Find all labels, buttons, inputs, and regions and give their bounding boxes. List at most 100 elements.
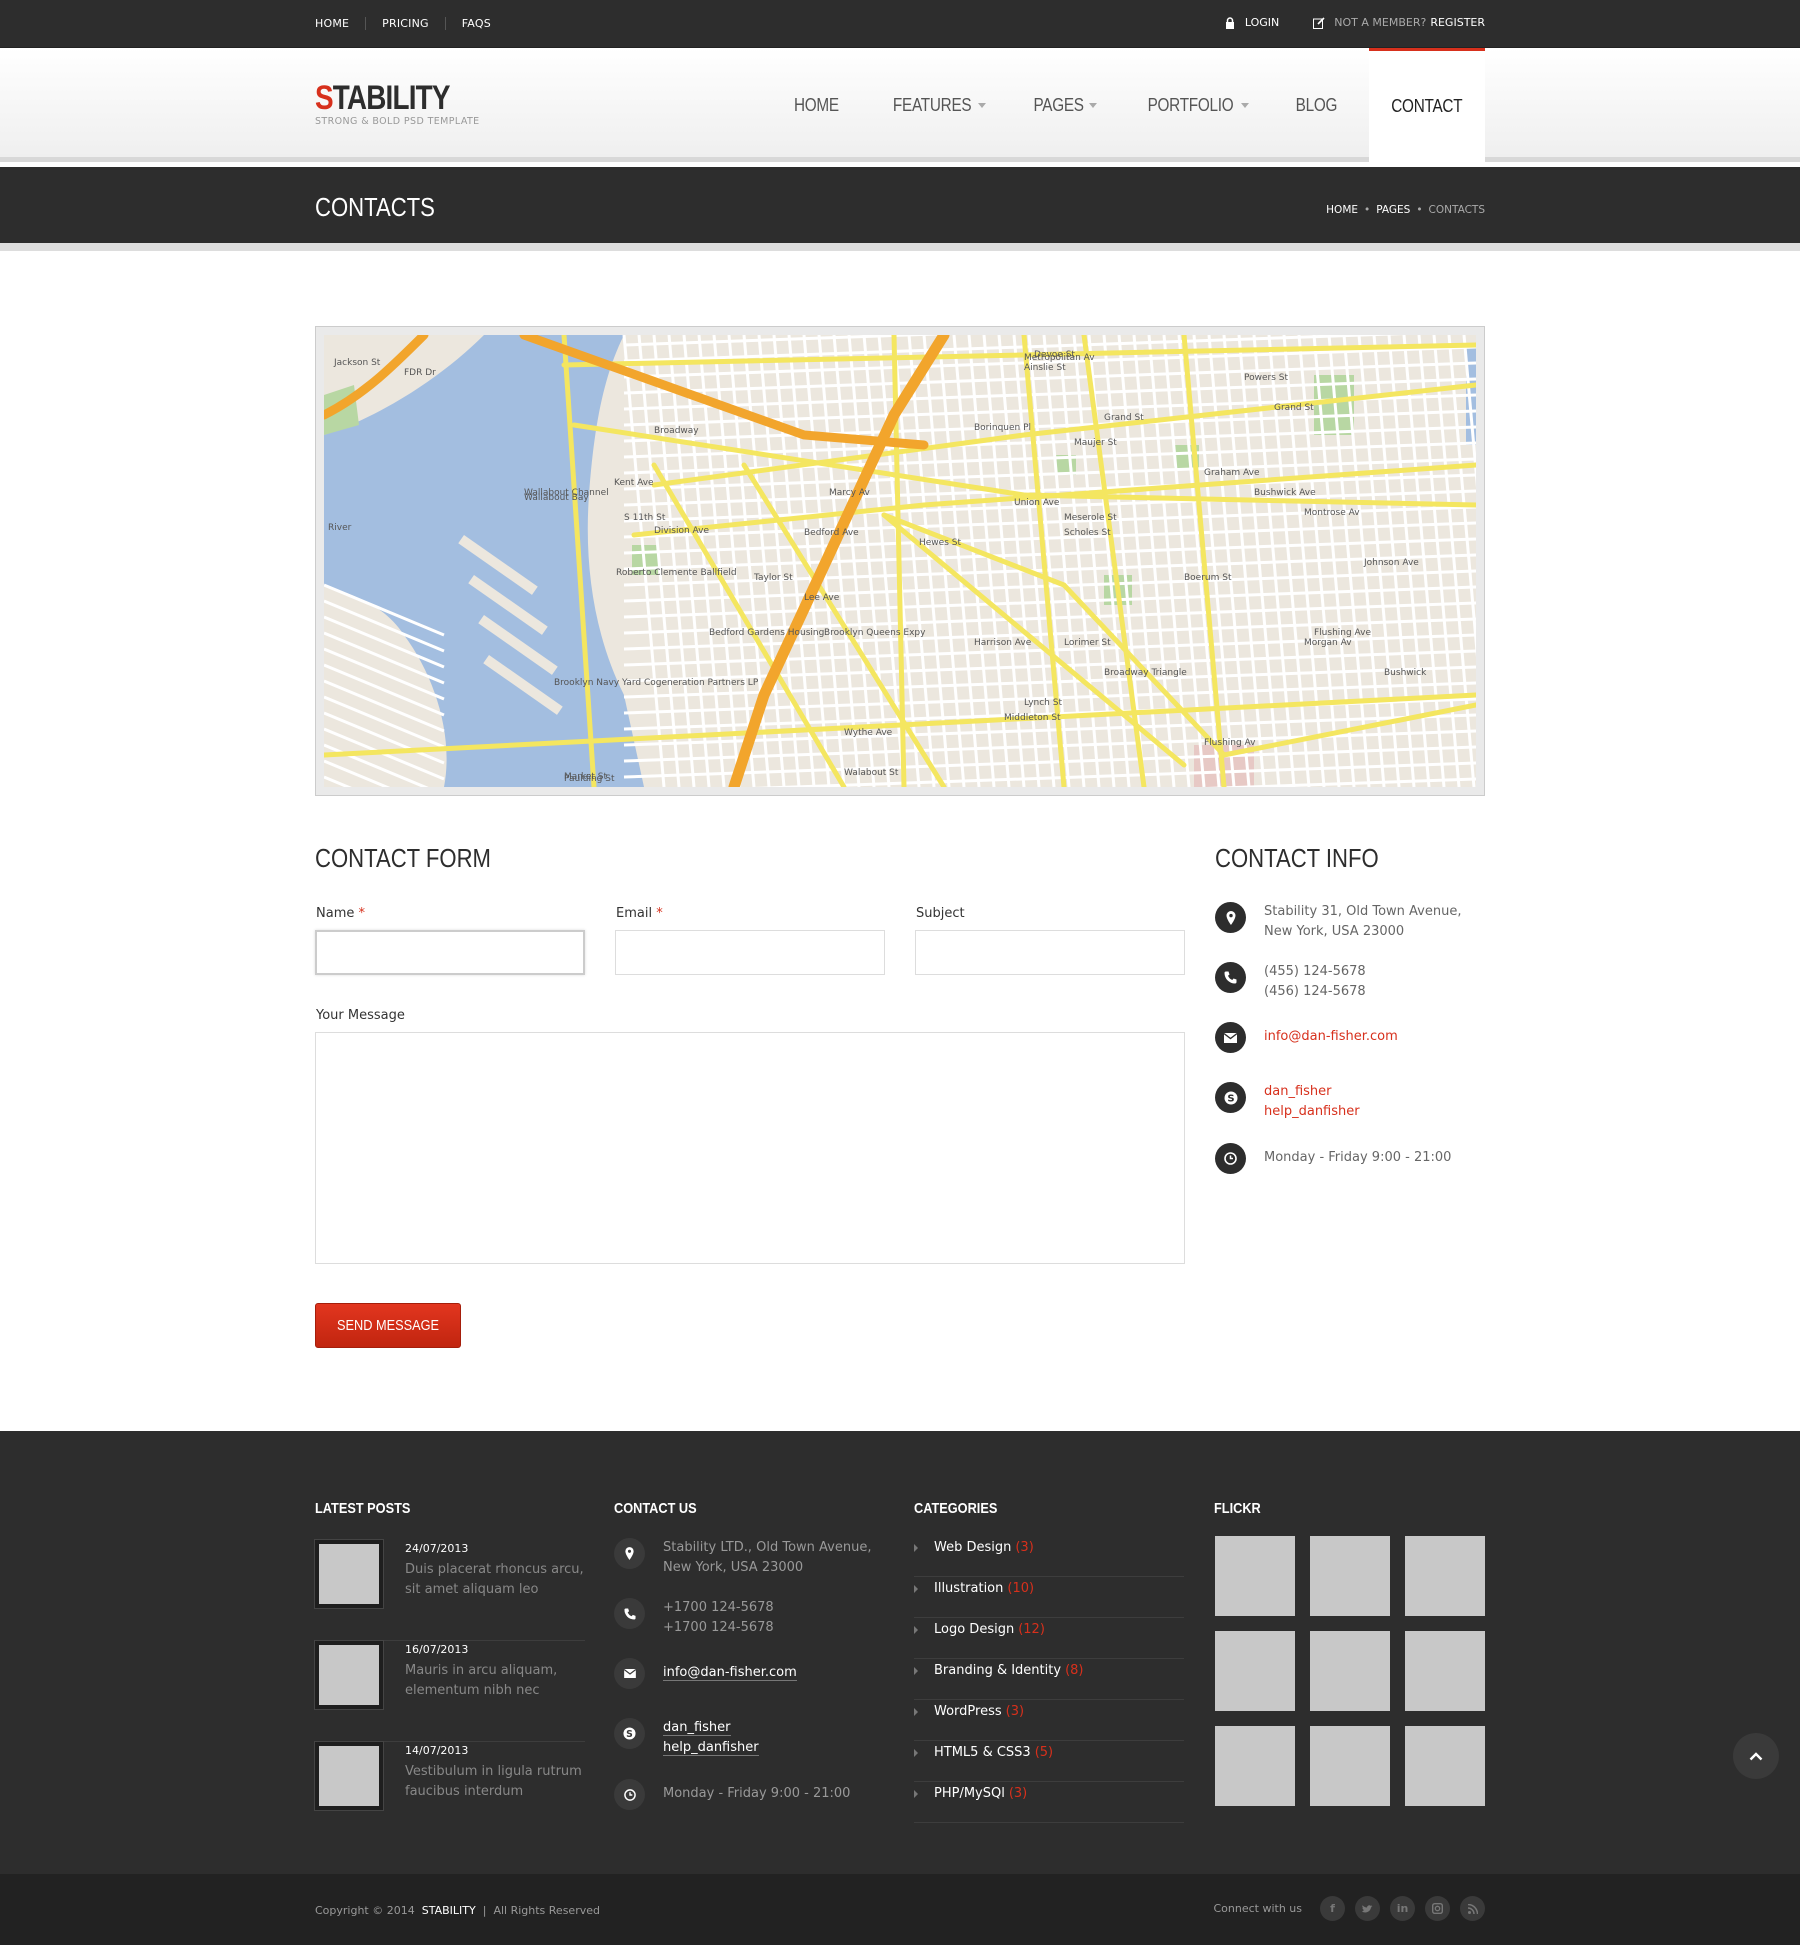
logo[interactable]: STABILITY STRONG & BOLD PSD TEMPLATE: [315, 81, 480, 127]
nav-portfolio-label: PORTFOLIO: [1147, 94, 1234, 115]
name-input[interactable]: [315, 930, 585, 975]
contact-hours: Monday - Friday 9:00 - 21:00: [1215, 1143, 1451, 1174]
message-textarea[interactable]: [315, 1032, 1185, 1264]
map-label: Grand St: [1274, 403, 1314, 413]
breadcrumb-separator: •: [1416, 204, 1423, 216]
login-link[interactable]: LOGIN: [1224, 16, 1279, 29]
map-label: Powers St: [1244, 373, 1288, 383]
category-count: (12): [1018, 1622, 1045, 1637]
skype-2[interactable]: help_danfisher: [1264, 1102, 1360, 1122]
flickr-thumbnail[interactable]: [1310, 1536, 1390, 1616]
category-item[interactable]: WordPress (3): [914, 1700, 1184, 1741]
caret-down-icon: [978, 102, 987, 108]
top-link-home[interactable]: HOME: [315, 17, 365, 30]
flickr-thumbnail[interactable]: [1405, 1631, 1485, 1711]
map-label: Bedford Ave: [804, 528, 859, 538]
nav-pages-label: PAGES: [1033, 94, 1085, 115]
post-date: 16/07/2013: [405, 1643, 469, 1656]
copyright-text: Copyright © 2014: [315, 1904, 415, 1917]
contact-us-title: CONTACT US: [614, 1500, 697, 1517]
post-excerpt[interactable]: Vestibulum in ligula rutrum faucibus inte…: [405, 1762, 582, 1802]
location-map[interactable]: Broadway Kent Ave Division Ave Bedford Ave L…: [315, 326, 1485, 796]
top-link-pricing[interactable]: PRICING: [365, 17, 445, 30]
map-label: Scholes St: [1064, 528, 1111, 538]
flickr-thumbnail[interactable]: [1405, 1536, 1485, 1616]
nav-blog[interactable]: BLOG: [1278, 48, 1355, 162]
map-label: Borinquen Pl: [974, 423, 1031, 433]
nav-home-label: HOME: [794, 94, 840, 115]
category-item[interactable]: Logo Design (12): [914, 1618, 1184, 1659]
breadcrumb-current: CONTACTS: [1428, 204, 1485, 216]
map-street: [1206, 777, 1476, 787]
map-label: Devoe St: [1034, 350, 1075, 360]
category-item[interactable]: HTML5 & CSS3 (5): [914, 1741, 1184, 1782]
required-mark: *: [656, 906, 663, 921]
instagram-icon[interactable]: ig: [1425, 1896, 1450, 1921]
post-excerpt[interactable]: Duis placerat rhoncus arcu, sit amet aliq…: [405, 1560, 584, 1600]
flickr-thumbnail[interactable]: [1215, 1726, 1295, 1806]
footer-email-link[interactable]: info@dan-fisher.com: [663, 1665, 797, 1681]
map-label: Broadway: [654, 426, 699, 436]
map-label: S 11th St: [624, 513, 666, 523]
subject-input[interactable]: [915, 930, 1185, 975]
category-label: WordPress: [934, 1704, 1002, 1719]
footer-address: Stability LTD., Old Town Avenue, New York…: [614, 1538, 871, 1578]
category-item[interactable]: Branding & Identity (8): [914, 1659, 1184, 1700]
flickr-thumbnail[interactable]: [1310, 1631, 1390, 1711]
breadcrumb-home[interactable]: HOME: [1326, 204, 1358, 216]
post-excerpt-line: elementum nibh nec: [405, 1683, 540, 1698]
flickr-thumbnail[interactable]: [1310, 1726, 1390, 1806]
facebook-icon[interactable]: f: [1320, 1896, 1345, 1921]
footer-phone-1: +1700 124-5678: [663, 1600, 774, 1615]
flickr-thumbnail[interactable]: [1215, 1631, 1295, 1711]
map-canvas[interactable]: Broadway Kent Ave Division Ave Bedford Ave L…: [324, 335, 1476, 787]
copyright-brand[interactable]: STABILITY: [422, 1904, 476, 1917]
nav-home[interactable]: HOME: [776, 48, 857, 162]
post-thumbnail[interactable]: [315, 1641, 383, 1709]
email-link[interactable]: info@dan-fisher.com: [1264, 1029, 1398, 1044]
map-label: River: [328, 523, 352, 533]
map-label: Taylor St: [753, 573, 793, 583]
flickr-thumbnail[interactable]: [1215, 1536, 1295, 1616]
top-link-faqs[interactable]: FAQS: [444, 17, 507, 30]
footer-skype-2[interactable]: help_danfisher: [663, 1740, 759, 1756]
lock-icon: [1225, 16, 1234, 29]
send-message-button[interactable]: SEND MESSAGE: [315, 1303, 461, 1348]
post-thumbnail[interactable]: [315, 1742, 383, 1810]
footer-skype-1[interactable]: dan_fisher: [663, 1720, 731, 1736]
footer-address-line1: Stability LTD., Old Town Avenue,: [663, 1540, 872, 1555]
category-label: Logo Design: [934, 1622, 1015, 1637]
post-item[interactable]: 16/07/2013 Mauris in arcu aliquam, elemen…: [315, 1641, 585, 1742]
nav-contact[interactable]: CONTACT: [1369, 48, 1485, 162]
nav-pages[interactable]: PAGES: [1015, 48, 1110, 162]
post-excerpt[interactable]: Mauris in arcu aliquam, elementum nibh ne…: [405, 1661, 557, 1701]
top-bar: HOME PRICING FAQS LOGIN NOT A MEMBER? RE…: [0, 0, 1800, 48]
copyright-rights: All Rights Reserved: [493, 1904, 600, 1917]
nav-features[interactable]: FEATURES: [872, 48, 1000, 162]
site-header: STABILITY STRONG & BOLD PSD TEMPLATE HOM…: [0, 48, 1800, 162]
social-links: Connect with us f t in ig rss: [1213, 1896, 1485, 1921]
category-item[interactable]: PHP/MySQl (3): [914, 1782, 1184, 1823]
register-link[interactable]: NOT A MEMBER? REGISTER: [1313, 16, 1485, 29]
nav-portfolio[interactable]: PORTFOLIO: [1126, 48, 1263, 162]
login-label: LOGIN: [1244, 16, 1280, 29]
footer: [0, 1431, 1800, 1874]
breadcrumb-pages[interactable]: PAGES: [1376, 204, 1410, 216]
flickr-thumbnail[interactable]: [1405, 1726, 1485, 1806]
category-item[interactable]: Illustration (10): [914, 1577, 1184, 1618]
post-thumbnail[interactable]: [315, 1540, 383, 1608]
back-to-top-button[interactable]: [1733, 1733, 1779, 1779]
post-item[interactable]: 14/07/2013 Vestibulum in ligula rutrum fa…: [315, 1742, 585, 1843]
post-item[interactable]: 24/07/2013 Duis placerat rhoncus arcu, si…: [315, 1540, 585, 1641]
arrow-right-icon: [914, 1544, 918, 1552]
linkedin-icon[interactable]: in: [1390, 1896, 1415, 1921]
category-item[interactable]: Web Design (3): [914, 1536, 1184, 1577]
skype-1[interactable]: dan_fisher: [1264, 1082, 1360, 1102]
rss-icon[interactable]: rss: [1460, 1896, 1485, 1921]
email-input[interactable]: [615, 930, 885, 975]
map-label: Brooklyn Navy Yard Cogeneration Partners…: [554, 678, 759, 688]
category-count: (10): [1007, 1581, 1035, 1596]
email-label: Email *: [616, 906, 663, 921]
twitter-icon[interactable]: t: [1355, 1896, 1380, 1921]
contact-address: Stability 31, Old Town Avenue, New York, …: [1215, 902, 1461, 942]
